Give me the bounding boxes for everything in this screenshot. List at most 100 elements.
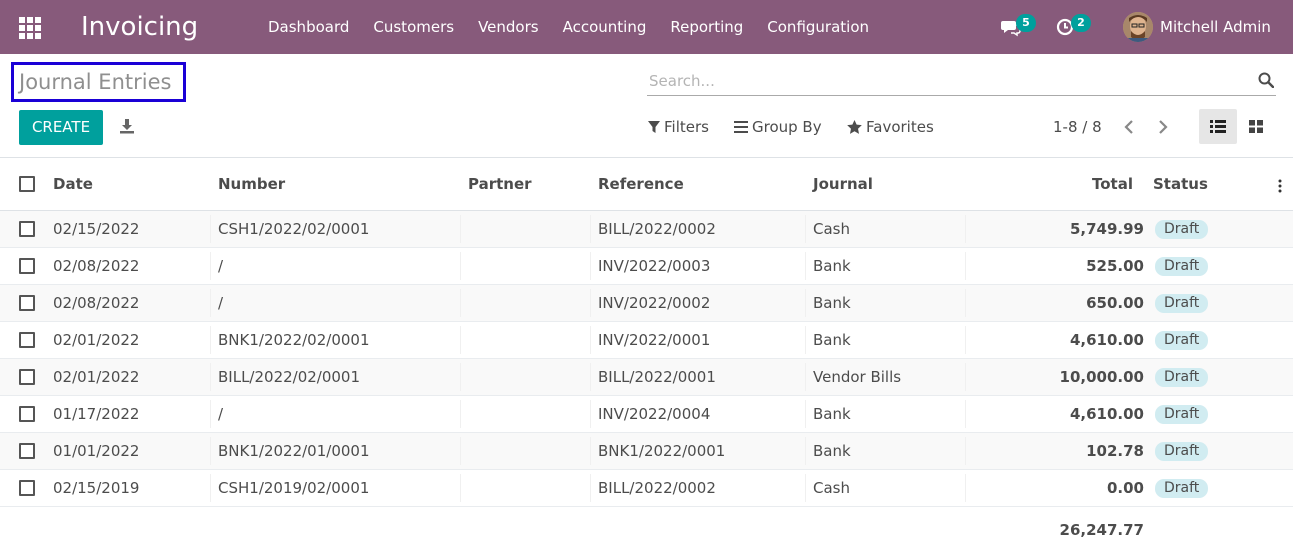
table-row[interactable]: 02/08/2022 / INV/2022/0003 Bank 525.00 Draft: [0, 248, 1293, 285]
status-badge: Draft: [1155, 331, 1209, 350]
cell-total: 0.00: [1106, 479, 1144, 497]
create-button[interactable]: CREATE: [19, 110, 103, 145]
status-badge: Draft: [1155, 368, 1209, 387]
search-icon[interactable]: [1258, 72, 1274, 88]
menu-item-configuration[interactable]: Configuration: [755, 0, 881, 54]
table-row[interactable]: 02/01/2022 BNK1/2022/02/0001 INV/2022/0001…: [0, 322, 1293, 359]
row-checkbox[interactable]: [19, 332, 35, 348]
row-checkbox[interactable]: [19, 480, 35, 496]
cell-journal: Bank: [813, 294, 851, 312]
filters-dropdown[interactable]: Filters: [648, 116, 709, 138]
menu-item-reporting[interactable]: Reporting: [658, 0, 755, 54]
cell-total: 5,749.99: [1069, 220, 1144, 238]
table-row[interactable]: 01/01/2022 BNK1/2022/01/0001 BNK1/2022/000…: [0, 433, 1293, 470]
list-view-icon: [1210, 120, 1226, 133]
row-checkbox[interactable]: [19, 258, 35, 274]
column-separator: [965, 326, 966, 354]
cell-number: BILL/2022/02/0001: [218, 368, 361, 386]
row-checkbox[interactable]: [19, 406, 35, 422]
user-name[interactable]: Mitchell Admin: [1160, 18, 1271, 36]
column-separator: [590, 252, 591, 280]
pager-next-icon[interactable]: [1153, 118, 1171, 136]
column-separator: [460, 474, 461, 502]
row-checkbox[interactable]: [19, 295, 35, 311]
column-separator: [590, 363, 591, 391]
pager-value[interactable]: 1-8 / 8: [1053, 116, 1102, 138]
cell-total: 4,610.00: [1069, 331, 1144, 349]
cell-number: /: [218, 257, 224, 275]
favorites-label: Favorites: [866, 118, 934, 136]
column-separator: [965, 400, 966, 428]
column-header-status[interactable]: Status: [1153, 174, 1208, 194]
column-separator: [590, 400, 591, 428]
column-separator: [460, 252, 461, 280]
row-checkbox[interactable]: [19, 221, 35, 237]
column-separator: [805, 326, 806, 354]
kanban-view-button[interactable]: [1237, 109, 1275, 144]
column-separator: [590, 474, 591, 502]
column-separator: [805, 215, 806, 243]
pager-previous-icon[interactable]: [1121, 118, 1139, 136]
user-avatar[interactable]: [1123, 12, 1153, 42]
cell-reference: INV/2022/0004: [598, 405, 711, 423]
download-icon[interactable]: [119, 118, 135, 134]
table-row[interactable]: 02/01/2022 BILL/2022/02/0001 BILL/2022/000…: [0, 359, 1293, 396]
select-all-checkbox[interactable]: [19, 176, 35, 192]
menu-item-accounting[interactable]: Accounting: [551, 0, 659, 54]
column-header-total[interactable]: Total: [1092, 174, 1133, 194]
column-separator: [460, 437, 461, 465]
cell-journal: Bank: [813, 405, 851, 423]
cell-number: BNK1/2022/01/0001: [218, 442, 370, 460]
table-row[interactable]: 02/15/2022 CSH1/2022/02/0001 BILL/2022/000…: [0, 211, 1293, 248]
table-row[interactable]: 01/17/2022 / INV/2022/0004 Bank 4,610.00 Draf…: [0, 396, 1293, 433]
group-by-icon: [734, 121, 748, 133]
page-title: Journal Entries: [11, 62, 186, 102]
column-separator: [965, 215, 966, 243]
column-header-number[interactable]: Number: [218, 174, 285, 194]
group-by-dropdown[interactable]: Group By: [734, 116, 822, 138]
column-separator: [590, 326, 591, 354]
table-row[interactable]: 02/15/2019 CSH1/2019/02/0001 BILL/2022/000…: [0, 470, 1293, 507]
row-checkbox[interactable]: [19, 443, 35, 459]
cell-date: 01/01/2022: [53, 442, 140, 460]
column-separator: [210, 252, 211, 280]
column-separator: [965, 252, 966, 280]
cell-date: 02/15/2022: [53, 220, 140, 238]
cell-date: 01/17/2022: [53, 405, 140, 423]
table-row[interactable]: 02/08/2022 / INV/2022/0002 Bank 650.00 Draft: [0, 285, 1293, 322]
menu-item-vendors[interactable]: Vendors: [466, 0, 551, 54]
column-separator: [210, 474, 211, 502]
list-view-button[interactable]: [1199, 109, 1237, 144]
column-header-partner[interactable]: Partner: [468, 174, 532, 194]
column-separator: [460, 215, 461, 243]
column-header-reference[interactable]: Reference: [598, 174, 684, 194]
optional-columns-icon[interactable]: [1277, 179, 1283, 193]
column-separator: [210, 289, 211, 317]
search-input[interactable]: [649, 70, 1249, 92]
column-header-journal[interactable]: Journal: [813, 174, 873, 194]
apps-menu-icon[interactable]: [19, 17, 41, 39]
app-title[interactable]: Invoicing: [81, 11, 198, 43]
cell-journal: Vendor Bills: [813, 368, 902, 386]
column-separator: [965, 289, 966, 317]
menu-item-dashboard[interactable]: Dashboard: [256, 0, 361, 54]
cell-reference: INV/2022/0002: [598, 294, 711, 312]
cell-number: CSH1/2022/02/0001: [218, 220, 370, 238]
column-separator: [590, 215, 591, 243]
row-checkbox[interactable]: [19, 369, 35, 385]
table-body: 02/15/2022 CSH1/2022/02/0001 BILL/2022/000…: [0, 211, 1293, 507]
column-separator: [460, 289, 461, 317]
cell-reference: INV/2022/0003: [598, 257, 711, 275]
menu-item-customers[interactable]: Customers: [361, 0, 466, 54]
cell-date: 02/08/2022: [53, 257, 140, 275]
column-separator: [805, 363, 806, 391]
status-badge: Draft: [1155, 405, 1209, 424]
favorites-dropdown[interactable]: Favorites: [847, 116, 934, 138]
column-separator: [805, 437, 806, 465]
cell-number: CSH1/2019/02/0001: [218, 479, 370, 497]
group-by-label: Group By: [752, 118, 822, 136]
column-header-date[interactable]: Date: [53, 174, 93, 194]
cell-date: 02/08/2022: [53, 294, 140, 312]
column-separator: [805, 400, 806, 428]
column-separator: [210, 437, 211, 465]
